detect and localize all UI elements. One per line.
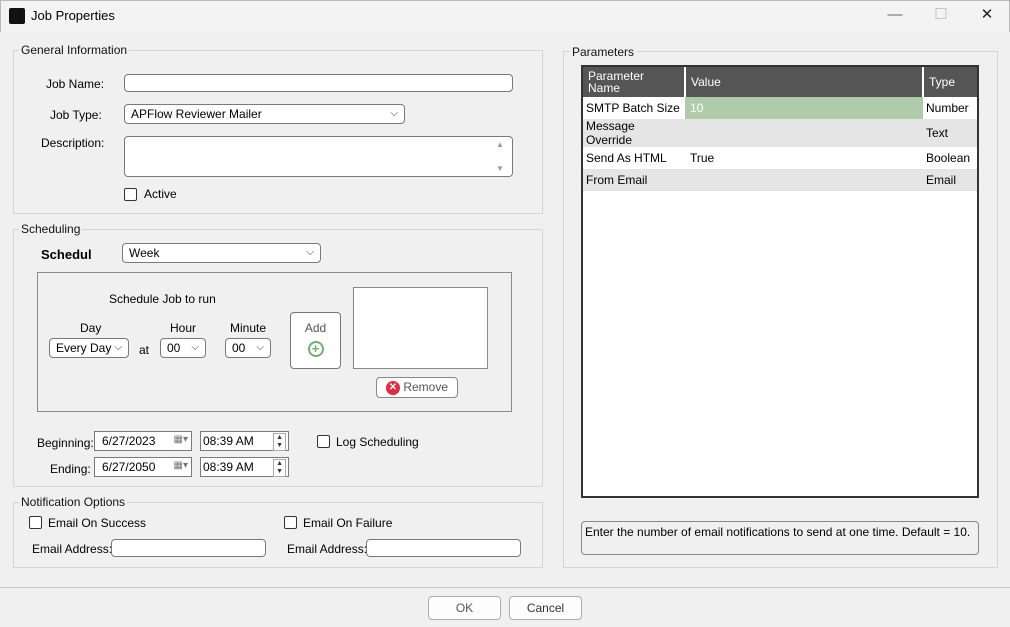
remove-x-icon: ✕ — [385, 381, 400, 395]
param-value[interactable]: True — [685, 147, 923, 169]
general-legend: General Information — [19, 43, 130, 57]
day-select[interactable]: Every Day ⌵ — [49, 338, 129, 358]
param-type: Boolean — [926, 151, 971, 165]
job-type-value: APFlow Reviewer Mailer — [131, 107, 262, 121]
param-value[interactable]: 10 — [685, 97, 923, 119]
hour-select[interactable]: 00 ⌵ — [160, 338, 206, 358]
day-label: Day — [80, 321, 102, 335]
job-name-input[interactable] — [124, 74, 513, 92]
log-scheduling-checkbox[interactable] — [317, 435, 330, 448]
beginning-time-picker[interactable]: 08:39 AM ▲ ▼ — [200, 431, 289, 451]
chevron-down-icon: ⌵ — [256, 342, 264, 353]
column-header-value[interactable]: Value — [685, 67, 924, 97]
table-row[interactable]: From Email Email — [583, 169, 977, 191]
email-on-success-checkbox[interactable] — [29, 516, 42, 529]
spinner-icon[interactable]: ▲ ▼ — [273, 433, 286, 451]
notification-legend: Notification Options — [19, 495, 128, 509]
schedule-label: Schedule — [41, 247, 91, 262]
scroll-up-icon[interactable]: ▲ — [496, 140, 504, 149]
scheduling-legend: Scheduling — [19, 222, 83, 236]
parameters-legend: Parameters — [570, 45, 637, 59]
success-email-label: Email Address: — [32, 542, 113, 556]
description-label: Description: — [41, 136, 105, 150]
schedule-value: Week — [129, 246, 160, 260]
description-textarea[interactable]: ▲ ▼ — [124, 136, 513, 177]
column-header-type[interactable]: Type — [923, 67, 977, 97]
param-name: Send As HTML — [586, 151, 667, 165]
job-type-label: Job Type: — [50, 108, 102, 122]
hour-value: 00 — [167, 341, 181, 355]
minute-value: 00 — [232, 341, 246, 355]
minimize-button[interactable]: — — [872, 0, 918, 32]
ending-date: 6/27/2050 — [102, 460, 156, 474]
chevron-down-icon: ⌵ — [390, 108, 398, 119]
cancel-button[interactable]: Cancel — [509, 596, 582, 620]
param-type: Text — [923, 119, 977, 147]
param-type: Number — [926, 101, 969, 115]
minute-label: Minute — [230, 321, 267, 335]
email-on-failure-label: Email On Failure — [303, 516, 393, 530]
app-icon — [9, 8, 25, 24]
failure-email-label: Email Address: — [287, 542, 368, 556]
ending-label: Ending: — [50, 462, 91, 476]
beginning-time: 08:39 AM — [203, 434, 254, 448]
beginning-date-picker[interactable]: 6/27/2023 ▦▾ — [94, 431, 192, 451]
beginning-label: Beginning: — [37, 436, 94, 450]
table-row[interactable]: SMTP Batch Size 10 Number — [583, 97, 977, 119]
job-name-label: Job Name: — [46, 77, 105, 91]
parameters-grid[interactable]: Parameter Name Value Type SMTP Batch Siz… — [581, 65, 979, 498]
active-checkbox[interactable] — [124, 188, 137, 201]
day-value: Every Day — [56, 341, 112, 355]
column-header-name[interactable]: Parameter Name — [583, 67, 686, 97]
param-value[interactable] — [685, 119, 923, 147]
grid-header: Parameter Name Value Type — [583, 67, 977, 97]
success-email-input[interactable] — [111, 539, 266, 557]
table-row[interactable]: Message Override Text — [583, 119, 977, 147]
chevron-down-icon: ⌵ — [306, 247, 314, 258]
title-bar — [0, 0, 1010, 32]
calendar-icon[interactable]: ▦▾ — [174, 434, 188, 445]
footer-divider — [0, 587, 1010, 588]
close-button[interactable]: ✕ — [964, 0, 1010, 32]
notification-group — [13, 502, 543, 568]
ok-button[interactable]: OK — [428, 596, 501, 620]
help-text: Enter the number of email notifications … — [581, 521, 979, 555]
param-name: From Email — [583, 169, 685, 191]
scroll-down-icon[interactable]: ▼ — [496, 164, 504, 173]
spinner-icon[interactable]: ▲ ▼ — [273, 459, 286, 477]
plus-circle-icon: + — [307, 341, 324, 357]
ending-date-picker[interactable]: 6/27/2050 ▦▾ — [94, 457, 192, 477]
chevron-down-icon: ⌵ — [191, 342, 199, 353]
chevron-down-icon: ⌵ — [114, 342, 122, 353]
email-on-failure-checkbox[interactable] — [284, 516, 297, 529]
param-type: Email — [923, 169, 977, 191]
ending-time-picker[interactable]: 08:39 AM ▲ ▼ — [200, 457, 289, 477]
beginning-date: 6/27/2023 — [102, 434, 156, 448]
job-type-select[interactable]: APFlow Reviewer Mailer ⌵ — [124, 104, 405, 124]
email-on-success-label: Email On Success — [48, 516, 147, 530]
param-value[interactable] — [685, 169, 923, 191]
hour-label: Hour — [170, 321, 197, 335]
log-scheduling-label: Log Scheduling — [336, 435, 419, 449]
ending-time: 08:39 AM — [203, 460, 254, 474]
param-name: SMTP Batch Size — [586, 101, 680, 115]
schedule-select[interactable]: Week ⌵ — [122, 243, 321, 263]
maximize-button[interactable]: ☐ — [918, 0, 964, 32]
add-button[interactable]: Add + — [290, 312, 341, 369]
remove-label: Remove — [403, 380, 449, 394]
add-label: Add — [304, 321, 327, 335]
at-label: at — [139, 343, 150, 357]
remove-button[interactable]: ✕ Remove — [376, 377, 458, 398]
minute-select[interactable]: 00 ⌵ — [225, 338, 271, 358]
calendar-icon[interactable]: ▦▾ — [174, 460, 188, 471]
failure-email-input[interactable] — [366, 539, 521, 557]
active-label: Active — [144, 187, 177, 201]
window-title: Job Properties — [31, 8, 115, 23]
schedule-list[interactable] — [353, 287, 488, 369]
table-row[interactable]: Send As HTML True Boolean — [583, 147, 977, 169]
run-title: Schedule Job to run — [109, 292, 216, 306]
param-name: Message Override — [583, 119, 685, 147]
